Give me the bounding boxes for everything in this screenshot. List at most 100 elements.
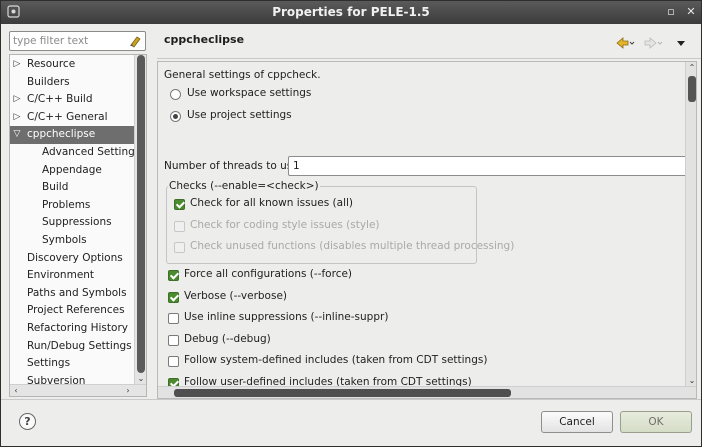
checkbox[interactable] bbox=[168, 291, 179, 303]
check-option[interactable]: Check for all known issues (all) bbox=[174, 196, 474, 212]
tree-item[interactable]: Project References bbox=[10, 302, 134, 320]
tree-item[interactable]: ▽ cppcheclipse bbox=[10, 126, 134, 144]
tree-item-label: Resource bbox=[27, 58, 76, 70]
tree-item-label: Suppressions bbox=[42, 216, 112, 229]
tree-item[interactable]: Appendage bbox=[10, 162, 134, 180]
checkbox[interactable] bbox=[174, 199, 185, 210]
checkbox-label: Debug (--debug) bbox=[184, 332, 271, 345]
tree-item-label: Discovery Options bbox=[27, 251, 123, 264]
option-checkbox[interactable]: Force all configurations (--force) bbox=[168, 267, 488, 283]
checkbox-label: Follow system-defined includes (taken fr… bbox=[184, 354, 488, 366]
content-vertical-scrollbar[interactable]: ⌃ ⌄ bbox=[685, 62, 696, 386]
tree-item[interactable]: ▷ C/C++ Build bbox=[10, 91, 134, 109]
checkbox[interactable] bbox=[168, 270, 179, 281]
expand-arrow-icon[interactable]: ▷ bbox=[12, 109, 22, 127]
tree-item[interactable]: Environment bbox=[10, 267, 134, 285]
radio-project-indicator[interactable] bbox=[170, 111, 181, 122]
settings-content: General settings of cppcheck. Use worksp… bbox=[157, 61, 697, 399]
forward-arrow-icon[interactable] bbox=[643, 35, 663, 51]
threads-input[interactable] bbox=[288, 156, 688, 176]
radio-workspace-label: Use workspace settings bbox=[187, 87, 312, 99]
checkbox[interactable] bbox=[168, 313, 179, 324]
cancel-button[interactable]: Cancel bbox=[541, 411, 613, 433]
tree-item[interactable]: Paths and Symbols bbox=[10, 285, 134, 303]
tree-vertical-scrollbar[interactable]: ⌄ bbox=[134, 55, 146, 384]
tree-item[interactable]: Settings bbox=[10, 355, 134, 373]
help-button[interactable]: ? bbox=[19, 413, 36, 430]
checks-group-label: Checks (--enable=<check>) bbox=[168, 180, 320, 192]
content-horizontal-scrollbar[interactable] bbox=[158, 386, 696, 398]
content-scroll-thumb[interactable] bbox=[688, 76, 696, 102]
tree-item-label: Paths and Symbols bbox=[27, 286, 127, 299]
option-checkbox[interactable]: Follow system-defined includes (taken fr… bbox=[168, 353, 488, 369]
option-checkbox[interactable]: Use inline suppressions (--inline-suppr) bbox=[168, 310, 488, 326]
collapse-arrow-icon[interactable]: ▽ bbox=[12, 126, 22, 144]
expand-arrow-icon[interactable]: ▷ bbox=[12, 91, 22, 109]
intro-text: General settings of cppcheck. bbox=[164, 69, 321, 81]
close-icon: ✕ bbox=[686, 5, 696, 18]
tree-item[interactable]: Discovery Options bbox=[10, 250, 134, 268]
check-option: Check for coding style issues (style) bbox=[174, 218, 474, 234]
filter-input[interactable] bbox=[13, 34, 125, 48]
checkbox-label: Check for coding style issues (style) bbox=[190, 218, 380, 231]
checkbox bbox=[174, 242, 185, 253]
scroll-up-icon[interactable]: ⌃ bbox=[686, 62, 696, 73]
tree-item[interactable]: Problems bbox=[10, 197, 134, 215]
page-title: cppcheclipse bbox=[164, 33, 245, 46]
maximize-icon: ▫ bbox=[667, 5, 675, 18]
tree-item-label: C/C++ Build bbox=[27, 93, 93, 106]
tree-item-label: Settings bbox=[27, 357, 71, 370]
tree-item-label: cppcheclipse bbox=[27, 128, 96, 141]
close-button[interactable]: ✕ bbox=[683, 4, 699, 20]
properties-dialog: Properties for PELE-1.5 ▫ ✕ ▷ Resource Bui… bbox=[0, 0, 702, 447]
expand-arrow-icon[interactable]: ▷ bbox=[12, 56, 22, 74]
tree-item[interactable]: Run/Debug Settings bbox=[10, 338, 134, 356]
checkbox-label: Use inline suppressions (--inline-suppr) bbox=[184, 311, 389, 323]
filter-box bbox=[9, 31, 146, 51]
checkbox[interactable] bbox=[168, 334, 179, 346]
button-bar-separator bbox=[1, 399, 701, 400]
scroll-right-icon[interactable]: › bbox=[122, 385, 134, 396]
tree-item[interactable]: ▷ C/C++ General bbox=[10, 109, 134, 127]
tree-item-label: Environment bbox=[27, 269, 95, 282]
tree-item-label: Builders bbox=[27, 75, 70, 88]
tree-item[interactable]: Advanced Settings bbox=[10, 144, 140, 162]
tree-rows: ▷ Resource Builders ▷ C/C++ Build ▷ C/C++ Gene… bbox=[10, 56, 140, 390]
tree-item[interactable]: Suppressions bbox=[10, 214, 134, 232]
page-nav-buttons bbox=[615, 35, 691, 51]
checkbox[interactable] bbox=[168, 356, 179, 367]
tree-item-label: Run/Debug Settings bbox=[27, 339, 132, 352]
navigation-pane: ▷ Resource Builders ▷ C/C++ Build ▷ C/C++ Gene… bbox=[6, 29, 147, 397]
option-checkbox[interactable]: Verbose (--verbose) bbox=[168, 289, 488, 305]
tree-item-label: Advanced Settings bbox=[42, 145, 141, 158]
window-title: Properties for PELE-1.5 bbox=[272, 5, 430, 19]
radio-workspace-settings[interactable]: Use workspace settings bbox=[170, 86, 330, 102]
back-arrow-icon[interactable] bbox=[615, 35, 635, 51]
tree-item[interactable]: Build bbox=[10, 179, 134, 197]
tree-item[interactable]: ▷ Resource bbox=[10, 56, 134, 74]
scroll-left-icon[interactable]: ‹ bbox=[10, 385, 22, 396]
clear-filter-icon[interactable] bbox=[128, 34, 142, 48]
radio-project-settings[interactable]: Use project settings bbox=[170, 108, 330, 124]
maximize-button[interactable]: ▫ bbox=[663, 4, 679, 20]
tree-horizontal-scrollbar[interactable]: ‹ › bbox=[10, 384, 146, 396]
header-separator bbox=[157, 58, 701, 59]
check-option: Check unused functions (disables multipl… bbox=[174, 239, 514, 255]
checkbox-label: Verbose (--verbose) bbox=[184, 289, 288, 302]
property-page: cppcheclipse General settings of cppchec… bbox=[152, 25, 701, 399]
tree-scroll-thumb[interactable] bbox=[137, 55, 145, 373]
radio-project-label: Use project settings bbox=[187, 109, 292, 121]
tree-item[interactable]: Refactoring History bbox=[10, 320, 134, 338]
radio-workspace-indicator[interactable] bbox=[170, 89, 181, 100]
tree-item[interactable]: Symbols bbox=[10, 232, 134, 250]
checkbox-label: Check unused functions (disables multipl… bbox=[190, 240, 515, 252]
tree-item[interactable]: Builders bbox=[10, 74, 134, 92]
scroll-down-icon[interactable]: ⌄ bbox=[686, 375, 696, 386]
scroll-down-icon[interactable]: ⌄ bbox=[135, 373, 146, 384]
option-checkbox[interactable]: Debug (--debug) bbox=[168, 332, 488, 348]
view-menu-icon[interactable] bbox=[675, 35, 687, 51]
ok-button[interactable]: OK bbox=[620, 411, 692, 433]
content-hscroll-thumb[interactable] bbox=[174, 389, 511, 397]
tree-item-label: Build bbox=[42, 181, 69, 194]
checkbox bbox=[174, 220, 185, 232]
